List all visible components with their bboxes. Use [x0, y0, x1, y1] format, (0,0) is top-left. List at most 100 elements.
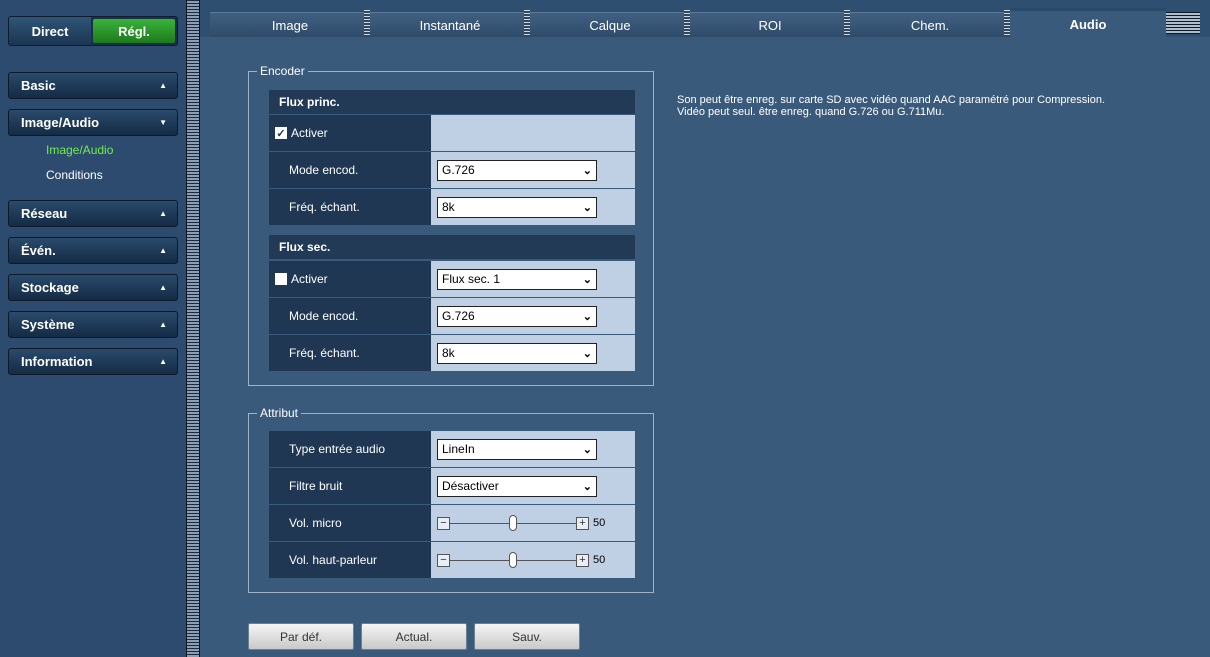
tab-roi[interactable]: ROI	[690, 12, 850, 37]
save-button[interactable]: Sauv.	[474, 623, 580, 650]
sub-mode-select[interactable]: G.726 ⌄	[437, 305, 597, 327]
chevron-down-icon: ⌄	[582, 347, 592, 360]
mic-volume-thumb[interactable]	[509, 514, 517, 531]
main-stream-header: Flux princ.	[269, 90, 635, 114]
main-freq-label: Fréq. échant.	[269, 189, 431, 225]
sidebar-item-systeme[interactable]: Système ▲	[8, 311, 178, 338]
input-type-label: Type entrée audio	[269, 431, 431, 467]
sidebar-item-label: Image/Audio	[21, 115, 100, 130]
sidebar-item-label: Système	[21, 317, 75, 332]
sidebar-item-reseau[interactable]: Réseau ▲	[8, 200, 178, 227]
noise-filter-value: Désactiver	[442, 479, 499, 493]
direct-button[interactable]: Direct	[9, 17, 91, 45]
input-type-value: LineIn	[442, 442, 475, 456]
sidebar-item-basic[interactable]: Basic ▲	[8, 72, 178, 99]
default-button[interactable]: Par déf.	[248, 623, 354, 650]
sidebar-menu: Basic ▲ Image/Audio ▼ Image/Audio Condit…	[8, 72, 178, 385]
sidebar-item-label: Information	[21, 354, 93, 369]
sidebar-item-label: Stockage	[21, 280, 79, 295]
main-enable-label: Activer	[291, 126, 328, 140]
chevron-down-icon: ⌄	[582, 164, 592, 177]
refresh-button[interactable]: Actual.	[361, 623, 467, 650]
chevron-up-icon: ▲	[159, 283, 167, 292]
sub-mode-row: Mode encod. G.726 ⌄	[269, 298, 635, 335]
mic-volume-slider: − + 50	[437, 514, 605, 531]
speaker-volume-row: Vol. haut-parleur − + 50	[269, 542, 635, 579]
sub-enable-row: Activer Flux sec. 1 ⌄	[269, 261, 635, 298]
info-note: Son peut être enreg. sur carte SD avec v…	[677, 94, 1105, 118]
chevron-down-icon: ⌄	[582, 310, 592, 323]
sidebar-item-image-audio[interactable]: Image/Audio ▼	[8, 109, 178, 136]
tab-calque[interactable]: Calque	[530, 12, 690, 37]
tab-image[interactable]: Image	[210, 12, 370, 37]
sidebar-item-information[interactable]: Information ▲	[8, 348, 178, 375]
sidebar-item-label: Évén.	[21, 243, 56, 258]
sub-enable-label: Activer	[291, 272, 328, 286]
input-type-row: Type entrée audio LineIn ⌄	[269, 431, 635, 468]
sub-mode-label: Mode encod.	[269, 298, 431, 334]
noise-filter-label: Filtre bruit	[269, 468, 431, 504]
sub-stream-header: Flux sec.	[269, 235, 635, 259]
speaker-volume-thumb[interactable]	[509, 551, 517, 568]
tab-scroll-handle[interactable]	[1166, 12, 1200, 34]
main-mode-select[interactable]: G.726 ⌄	[437, 159, 597, 181]
sidebar: Direct Régl. Basic ▲ Image/Audio ▼ Image…	[0, 0, 186, 657]
sub-freq-row: Fréq. échant. 8k ⌄	[269, 335, 635, 372]
mic-volume-label: Vol. micro	[269, 505, 431, 541]
sidebar-resize-handle[interactable]	[186, 0, 200, 657]
main-panel: Encoder Flux princ. ✓ Activer Mode encod…	[200, 37, 1210, 657]
speaker-volume-value: 50	[593, 554, 606, 566]
main-enable-value	[431, 115, 635, 151]
main-freq-select[interactable]: 8k ⌄	[437, 196, 597, 218]
chevron-up-icon: ▲	[159, 81, 167, 90]
main-freq-value: 8k	[442, 200, 455, 214]
settings-button[interactable]: Régl.	[93, 19, 175, 43]
chevron-down-icon: ⌄	[582, 443, 592, 456]
chevron-down-icon: ⌄	[582, 480, 592, 493]
chevron-up-icon: ▲	[159, 246, 167, 255]
main-freq-row: Fréq. échant. 8k ⌄	[269, 189, 635, 226]
sub-mode-value: G.726	[442, 309, 475, 323]
sub-stream-value: Flux sec. 1	[442, 272, 501, 286]
sidebar-item-stockage[interactable]: Stockage ▲	[8, 274, 178, 301]
main-enable-label-cell: ✓ Activer	[269, 115, 431, 151]
submenu-item-image-audio[interactable]: Image/Audio	[46, 142, 178, 167]
attribut-legend: Attribut	[257, 406, 302, 420]
chevron-down-icon: ▼	[159, 118, 167, 127]
chevron-up-icon: ▲	[159, 320, 167, 329]
sidebar-item-even[interactable]: Évén. ▲	[8, 237, 178, 264]
mic-volume-track[interactable]	[450, 514, 576, 531]
info-note-line-2: Vidéo peut seul. être enreg. quand G.726…	[677, 106, 945, 118]
speaker-volume-increase-button[interactable]: +	[576, 553, 589, 567]
sub-enable-checkbox[interactable]	[275, 273, 287, 285]
speaker-volume-track[interactable]	[450, 551, 576, 568]
main-mode-row: Mode encod. G.726 ⌄	[269, 152, 635, 189]
submenu-item-conditions[interactable]: Conditions	[46, 167, 178, 192]
chevron-up-icon: ▲	[159, 357, 167, 366]
tab-instantane[interactable]: Instantané	[370, 12, 530, 37]
main-mode-value: G.726	[442, 163, 475, 177]
mic-volume-increase-button[interactable]: +	[576, 516, 589, 530]
mic-volume-decrease-button[interactable]: −	[437, 516, 450, 530]
chevron-down-icon: ⌄	[582, 201, 592, 214]
sidebar-item-label: Basic	[21, 78, 56, 93]
main-enable-row: ✓ Activer	[269, 115, 635, 152]
tab-bar: Image Instantané Calque ROI Chem. Audio	[200, 0, 1210, 37]
tab-chem[interactable]: Chem.	[850, 12, 1010, 37]
sidebar-item-label: Réseau	[21, 206, 68, 221]
encoder-group: Encoder Flux princ. ✓ Activer Mode encod…	[248, 64, 654, 386]
noise-filter-select[interactable]: Désactiver ⌄	[437, 475, 597, 497]
noise-filter-row: Filtre bruit Désactiver ⌄	[269, 468, 635, 505]
mode-switch: Direct Régl.	[8, 16, 178, 46]
main-enable-checkbox[interactable]: ✓	[275, 127, 287, 140]
sub-stream-select[interactable]: Flux sec. 1 ⌄	[437, 268, 597, 290]
tab-audio[interactable]: Audio	[1010, 8, 1166, 37]
attribut-group: Attribut Type entrée audio LineIn ⌄ Filt…	[248, 406, 654, 593]
speaker-volume-decrease-button[interactable]: −	[437, 553, 450, 567]
sub-freq-select[interactable]: 8k ⌄	[437, 342, 597, 364]
speaker-volume-slider: − + 50	[437, 551, 606, 568]
input-type-select[interactable]: LineIn ⌄	[437, 438, 597, 460]
main-mode-label: Mode encod.	[269, 152, 431, 188]
sub-freq-label: Fréq. échant.	[269, 335, 431, 371]
chevron-up-icon: ▲	[159, 209, 167, 218]
